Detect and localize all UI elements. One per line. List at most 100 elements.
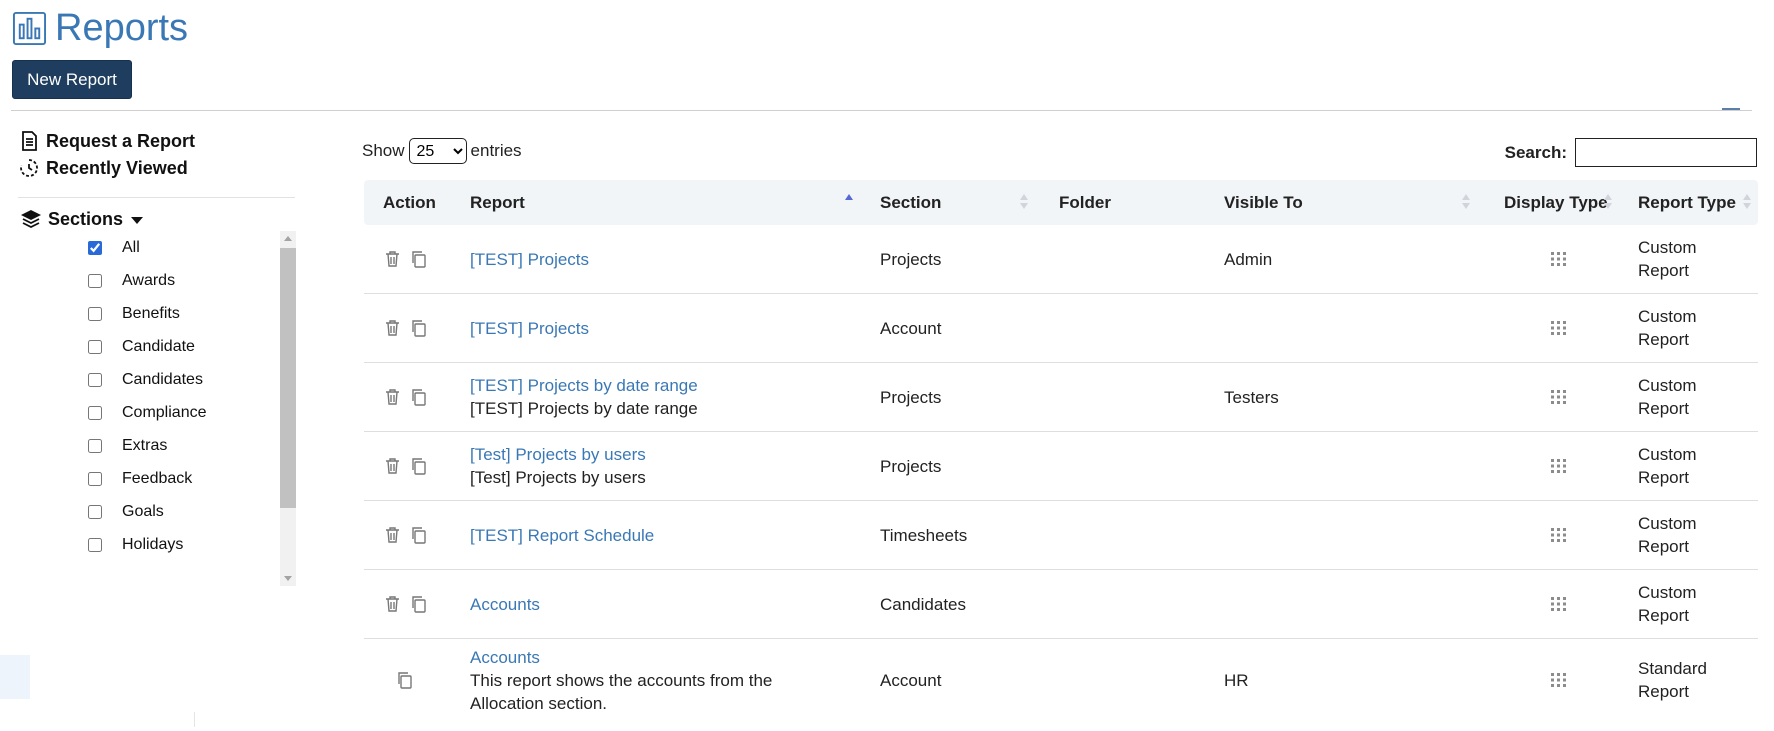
copy-icon[interactable] [396, 671, 413, 689]
section-checkbox[interactable] [88, 439, 102, 453]
trash-icon[interactable] [384, 388, 401, 406]
sort-icon[interactable] [1743, 194, 1751, 212]
section-item-holidays[interactable]: Holidays [85, 532, 183, 558]
section-cell: Account [880, 318, 942, 338]
trash-icon[interactable] [384, 319, 401, 337]
grid-icon[interactable] [1550, 319, 1568, 337]
sort-asc-icon[interactable] [845, 194, 853, 212]
section-checkbox[interactable] [88, 373, 102, 387]
sidebar-divider [18, 197, 295, 198]
page-size-select[interactable]: 10 25 50 100 [408, 138, 467, 164]
section-item-all[interactable]: All [85, 235, 140, 261]
table-row: [Test] Projects by users [Test] Projects … [364, 432, 1758, 501]
table-header: Action Report Section Folder Visible To … [364, 180, 1758, 225]
section-item-label: Benefits [122, 305, 180, 322]
copy-icon[interactable] [410, 595, 427, 613]
report-link[interactable]: [TEST] Projects [470, 248, 589, 271]
header-divider [11, 110, 1752, 111]
reports-table: Action Report Section Folder Visible To … [364, 180, 1758, 721]
section-checkbox[interactable] [88, 241, 102, 255]
section-checkbox[interactable] [88, 340, 102, 354]
section-item-extras[interactable]: Extras [85, 433, 167, 459]
table-search: Search: [1505, 138, 1757, 167]
copy-icon[interactable] [410, 250, 427, 268]
section-checkbox[interactable] [88, 538, 102, 552]
display-type-cell [1550, 294, 1568, 362]
scroll-down-icon[interactable] [284, 576, 292, 581]
trash-icon[interactable] [384, 457, 401, 475]
recently-viewed-link[interactable]: Recently Viewed [18, 157, 188, 179]
grid-icon[interactable] [1550, 526, 1568, 544]
section-item-candidates[interactable]: Candidates [85, 367, 203, 393]
section-checkbox[interactable] [88, 274, 102, 288]
page-header: Reports [12, 6, 188, 50]
copy-icon[interactable] [410, 526, 427, 544]
col-header-section[interactable]: Section [880, 180, 941, 225]
sort-icon[interactable] [1462, 194, 1470, 212]
report-cell: Accounts [470, 570, 540, 638]
entries-label: entries [470, 141, 522, 160]
trash-icon[interactable] [384, 526, 401, 544]
report-link[interactable]: Accounts [470, 593, 540, 616]
trash-icon[interactable] [384, 250, 401, 268]
request-report-link[interactable]: Request a Report [18, 130, 195, 152]
history-icon [20, 159, 38, 177]
col-header-action: Action [383, 193, 436, 212]
display-type-cell [1550, 432, 1568, 500]
col-header-report[interactable]: Report [470, 180, 525, 225]
faint-divider [194, 712, 195, 727]
report-cell: [Test] Projects by users [Test] Projects … [470, 432, 646, 500]
action-cell [384, 294, 436, 362]
display-type-cell [1550, 225, 1568, 293]
sections-toggle[interactable]: Sections [20, 208, 144, 230]
action-cell [384, 501, 436, 569]
display-type-cell [1550, 639, 1568, 721]
section-item-compliance[interactable]: Compliance [85, 400, 206, 426]
scroll-up-icon[interactable] [284, 236, 292, 241]
layers-icon [20, 209, 42, 229]
report-link[interactable]: [TEST] Report Schedule [470, 524, 654, 547]
report-description: [TEST] Projects by date range [470, 399, 698, 418]
trash-icon[interactable] [384, 595, 401, 613]
report-link[interactable]: Accounts [470, 646, 772, 669]
col-header-display-type[interactable]: Display Type [1504, 180, 1608, 225]
copy-icon[interactable] [410, 319, 427, 337]
grid-icon[interactable] [1550, 595, 1568, 613]
sort-icon[interactable] [1020, 194, 1028, 212]
grid-icon[interactable] [1550, 671, 1568, 689]
section-item-label: Holidays [122, 536, 184, 553]
section-item-awards[interactable]: Awards [85, 268, 175, 294]
col-header-visible-to[interactable]: Visible To [1224, 180, 1303, 225]
report-link[interactable]: [TEST] Projects by date range [470, 374, 698, 397]
report-type-cell: Custom Report [1638, 307, 1697, 349]
section-item-goals[interactable]: Goals [85, 499, 164, 525]
action-cell [384, 225, 436, 293]
grid-icon[interactable] [1550, 250, 1568, 268]
section-item-benefits[interactable]: Benefits [85, 301, 180, 327]
section-checkbox[interactable] [88, 505, 102, 519]
action-cell [384, 363, 436, 431]
col-header-report-type[interactable]: Report Type [1638, 180, 1736, 225]
section-cell: Projects [880, 456, 942, 476]
page-length-control: Show 10 25 50 100 entries [362, 138, 522, 164]
reports-icon [12, 11, 47, 45]
report-link[interactable]: [Test] Projects by users [470, 443, 646, 466]
section-cell: Projects [880, 249, 942, 269]
grid-icon[interactable] [1550, 388, 1568, 406]
sort-icon[interactable] [1604, 194, 1612, 212]
scroll-thumb[interactable] [280, 248, 296, 508]
copy-icon[interactable] [410, 457, 427, 475]
search-input[interactable] [1575, 138, 1757, 167]
grid-icon[interactable] [1550, 457, 1568, 475]
section-list-scrollbar[interactable] [280, 231, 296, 586]
section-item-candidate[interactable]: Candidate [85, 334, 195, 360]
copy-icon[interactable] [410, 388, 427, 406]
action-cell [396, 639, 422, 721]
section-item-feedback[interactable]: Feedback [85, 466, 192, 492]
section-checkbox[interactable] [88, 472, 102, 486]
table-row: [TEST] Projects Projects Admin Custom Rep… [364, 225, 1758, 294]
report-link[interactable]: [TEST] Projects [470, 317, 589, 340]
new-report-button[interactable]: New Report [12, 60, 132, 99]
section-checkbox[interactable] [88, 406, 102, 420]
section-checkbox[interactable] [88, 307, 102, 321]
